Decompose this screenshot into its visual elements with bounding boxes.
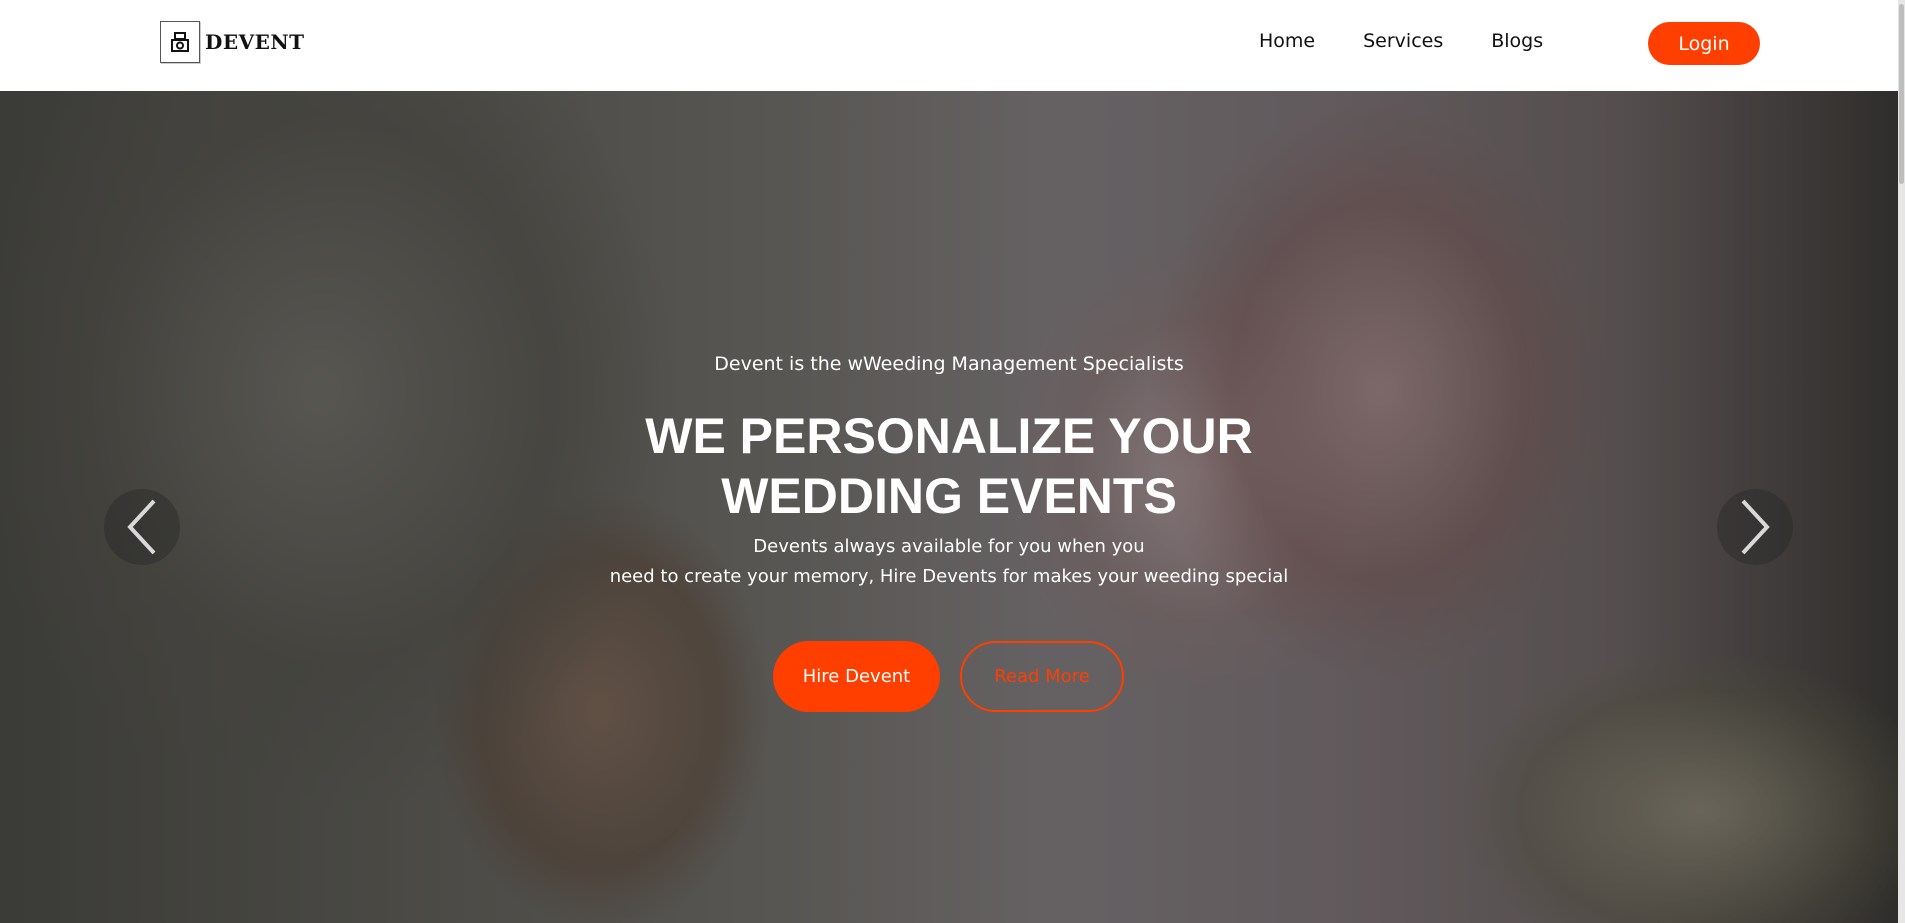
hero-slider: Devent is the wWeeding Management Specia…: [0, 91, 1898, 923]
hero-description-line2: need to create your memory, Hire Devents…: [609, 566, 1289, 587]
hero-tagline: Devent is the wWeeding Management Specia…: [714, 353, 1184, 375]
logo-text: DEVENT: [205, 30, 305, 54]
logo[interactable]: DEVENT: [160, 21, 305, 63]
nav-services[interactable]: Services: [1363, 30, 1443, 52]
slider-next-button[interactable]: [1717, 489, 1793, 565]
hero-headline-line2: WEDDING EVENTS: [721, 468, 1177, 524]
read-more-button[interactable]: Read More: [960, 641, 1124, 712]
hero-description-line1: Devents always available for you when yo…: [753, 536, 1145, 557]
hero-headline: WE PERSONALIZE YOUR WEDDING EVENTS: [0, 406, 1898, 526]
chevron-right-icon: [1741, 499, 1770, 555]
hero-headline-line1: WE PERSONALIZE YOUR: [645, 408, 1253, 464]
chevron-left-icon: [127, 499, 156, 555]
nav-home[interactable]: Home: [1259, 30, 1315, 52]
hire-devent-button[interactable]: Hire Devent: [773, 641, 940, 712]
slider-prev-button[interactable]: [104, 489, 180, 565]
page: DEVENT Home Services Blogs Login Devent …: [0, 0, 1905, 923]
page-scrollbar[interactable]: [1898, 0, 1905, 923]
site-header: DEVENT Home Services Blogs Login: [0, 0, 1898, 91]
hero-description: Devents always available for you when yo…: [0, 532, 1898, 592]
nav-blogs[interactable]: Blogs: [1491, 30, 1543, 52]
login-button[interactable]: Login: [1648, 22, 1760, 65]
camera-icon: [160, 21, 200, 63]
scrollbar-thumb[interactable]: [1899, 4, 1904, 184]
main-nav: Home Services Blogs: [1259, 30, 1543, 52]
